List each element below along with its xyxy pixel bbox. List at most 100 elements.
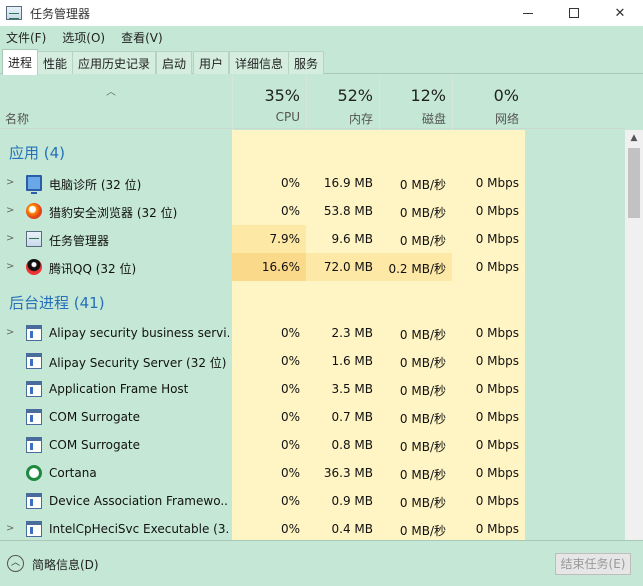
tab-performance[interactable]: 性能 (37, 51, 74, 74)
menu-file[interactable]: 文件(F) (6, 29, 46, 46)
task-manager-icon (6, 6, 22, 20)
task-manager-icon (26, 231, 42, 247)
cpu-cell: 0% (280, 354, 300, 368)
disk-cell: 0 MB/秒 (399, 206, 446, 220)
memory-cell: 0.8 MB (331, 438, 373, 452)
column-name[interactable]: 名称 (5, 110, 29, 127)
expand-chevron-icon[interactable]: > (6, 327, 14, 338)
service-icon (26, 325, 42, 341)
disk-label: 磁盘 (421, 112, 446, 126)
network-cell: 0 Mbps (475, 410, 519, 424)
process-row[interactable]: > 猎豹安全浏览器 (32 位) 0% 53.8 MB 0 MB/秒 0 Mbp… (0, 197, 625, 225)
disk-cell: 0 MB/秒 (399, 468, 446, 482)
cpu-cell: 7.9% (232, 225, 306, 253)
disk-cell: 0 MB/秒 (399, 328, 446, 342)
end-task-button[interactable]: 结束任务(E) (555, 553, 631, 575)
disk-cell: 0 MB/秒 (399, 440, 446, 454)
tab-processes[interactable]: 进程 (2, 49, 39, 75)
sort-arrow-icon: ︿ (106, 87, 116, 98)
menu-view[interactable]: 查看(V) (121, 29, 163, 46)
network-label: 网络 (494, 112, 519, 126)
process-name: Alipay security business servi... (49, 326, 229, 340)
cpu-cell: 0% (280, 438, 300, 452)
network-cell: 0 Mbps (475, 354, 519, 368)
cpu-cell: 0% (280, 522, 300, 536)
vertical-scrollbar[interactable]: ▲ (625, 130, 643, 540)
fewer-details-link[interactable]: 简略信息(D) (32, 556, 99, 573)
minimize-button[interactable] (505, 0, 551, 26)
memory-cell: 0.4 MB (331, 522, 373, 536)
cpu-cell: 0% (280, 326, 300, 340)
memory-cell: 1.6 MB (331, 354, 373, 368)
qq-icon (26, 259, 42, 275)
cpu-label: CPU (275, 110, 300, 124)
cpu-cell: 0% (280, 204, 300, 218)
process-name: Alipay Security Server (32 位) (49, 356, 227, 370)
tab-users[interactable]: 用户 (193, 51, 230, 74)
monitor-icon (26, 175, 42, 194)
network-cell: 0 Mbps (475, 326, 519, 340)
service-icon (26, 409, 42, 425)
process-row[interactable]: > 腾讯QQ (32 位) 16.6% 72.0 MB 0.2 MB/秒 0 M… (0, 253, 625, 281)
column-cpu[interactable]: 35% CPU (232, 75, 306, 129)
process-row[interactable]: Cortana 0% 36.3 MB 0 MB/秒 0 Mbps (0, 459, 625, 487)
network-cell: 0 Mbps (475, 494, 519, 508)
service-icon (26, 521, 42, 537)
expand-chevron-icon[interactable]: > (6, 523, 14, 534)
tab-services[interactable]: 服务 (288, 51, 325, 74)
memory-cell: 3.5 MB (331, 382, 373, 396)
process-row[interactable]: > Alipay security business servi... 0% 2… (0, 319, 625, 347)
memory-cell: 16.9 MB (323, 176, 373, 190)
process-name: Device Association Framewo... (49, 494, 229, 508)
process-row[interactable]: Device Association Framewo... 0% 0.9 MB … (0, 487, 625, 515)
scroll-up-arrow-icon[interactable]: ▲ (625, 130, 643, 147)
disk-cell: 0 MB/秒 (399, 496, 446, 510)
process-row[interactable]: Application Frame Host 0% 3.5 MB 0 MB/秒 … (0, 375, 625, 403)
process-name: IntelCpHeciSvc Executable (3... (49, 522, 229, 536)
tab-bar: 进程 性能 应用历史记录 启动 用户 详细信息 服务 (0, 48, 643, 75)
network-cell: 0 Mbps (475, 232, 519, 246)
disk-cell: 0 MB/秒 (399, 178, 446, 192)
memory-cell: 36.3 MB (323, 466, 373, 480)
cpu-cell: 0% (280, 466, 300, 480)
process-row[interactable]: > IntelCpHeciSvc Executable (3... 0% 0.4… (0, 515, 625, 540)
group-title-apps: 应用 (4) (9, 144, 66, 162)
memory-percent: 52% (337, 86, 373, 105)
tab-app-history[interactable]: 应用历史记录 (72, 51, 157, 74)
maximize-button[interactable] (551, 0, 597, 26)
scroll-thumb[interactable] (628, 148, 640, 218)
network-cell: 0 Mbps (475, 438, 519, 452)
collapse-chevron-icon[interactable]: ︿ (7, 555, 24, 572)
disk-cell: 0 MB/秒 (399, 384, 446, 398)
expand-chevron-icon[interactable]: > (6, 205, 14, 216)
process-row[interactable]: > 任务管理器 7.9% 9.6 MB 0 MB/秒 0 Mbps (0, 225, 625, 253)
network-cell: 0 Mbps (475, 176, 519, 190)
disk-cell: 0 MB/秒 (399, 412, 446, 426)
tab-startup[interactable]: 启动 (156, 51, 193, 74)
minimize-icon (523, 12, 533, 14)
expand-chevron-icon[interactable]: > (6, 177, 14, 188)
column-memory[interactable]: 52% 内存 (306, 75, 379, 129)
expand-chevron-icon[interactable]: > (6, 261, 14, 272)
tab-details[interactable]: 详细信息 (229, 51, 290, 74)
service-icon (26, 437, 42, 453)
process-name: 猎豹安全浏览器 (32 位) (49, 206, 178, 220)
cpu-percent: 35% (264, 86, 300, 105)
process-name: 任务管理器 (49, 234, 110, 248)
process-name: COM Surrogate (49, 438, 141, 452)
close-button[interactable]: ✕ (597, 0, 643, 26)
service-icon (26, 353, 42, 369)
process-list: 应用 (4) > 电脑诊所 (32 位) 0% 16.9 MB 0 MB/秒 0… (0, 130, 625, 540)
service-icon (26, 493, 42, 509)
menu-options[interactable]: 选项(O) (62, 29, 105, 46)
process-row[interactable]: COM Surrogate 0% 0.8 MB 0 MB/秒 0 Mbps (0, 431, 625, 459)
column-network[interactable]: 0% 网络 (452, 75, 525, 129)
process-row[interactable]: Alipay Security Server (32 位) 0% 1.6 MB … (0, 347, 625, 375)
process-row[interactable]: > 电脑诊所 (32 位) 0% 16.9 MB 0 MB/秒 0 Mbps (0, 169, 625, 197)
column-disk[interactable]: 12% 磁盘 (379, 75, 452, 129)
process-row[interactable]: COM Surrogate 0% 0.7 MB 0 MB/秒 0 Mbps (0, 403, 625, 431)
title-bar: 任务管理器 ✕ (0, 0, 643, 26)
memory-label: 内存 (348, 112, 373, 126)
expand-chevron-icon[interactable]: > (6, 233, 14, 244)
process-name: Cortana (49, 466, 97, 480)
